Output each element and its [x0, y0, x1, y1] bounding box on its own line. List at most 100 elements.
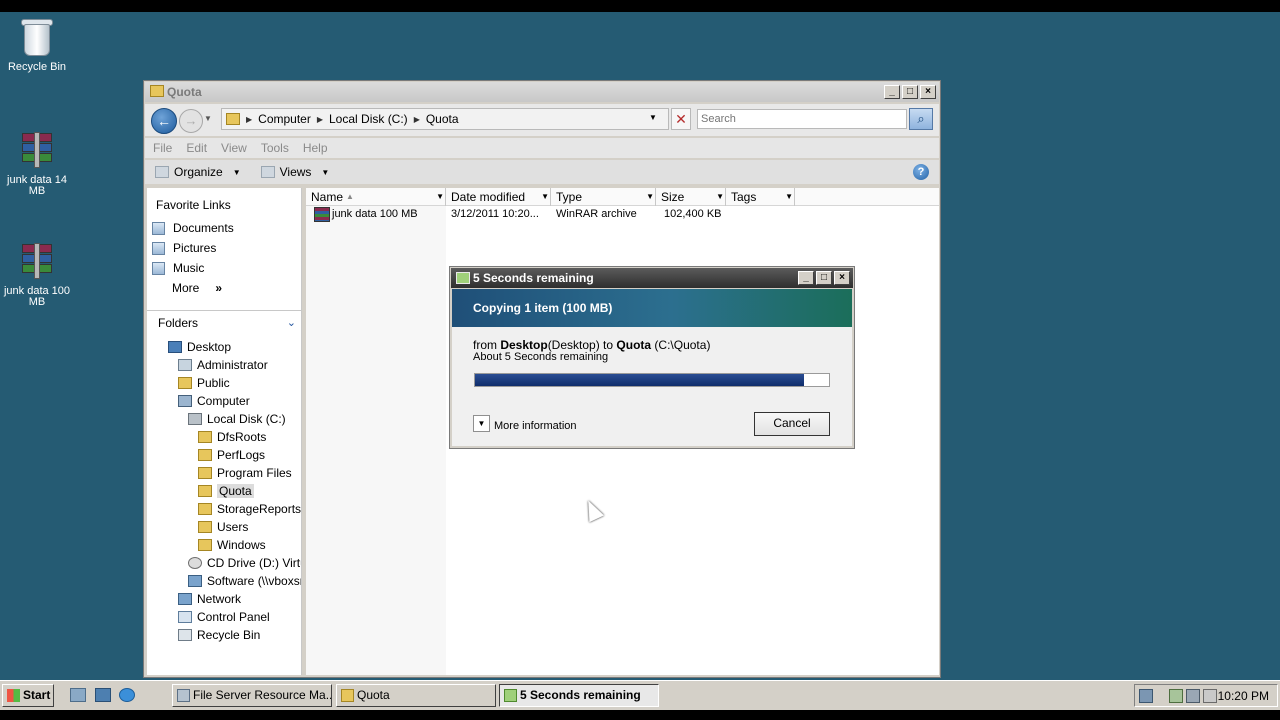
breadcrumb-quota[interactable]: Quota — [426, 112, 459, 126]
tree-item-label: CD Drive (D:) Virtua — [207, 556, 301, 570]
tree-item[interactable]: Computer — [178, 392, 250, 410]
favorite-music[interactable]: Music — [152, 259, 204, 277]
taskbar-file-server-resource-manager[interactable]: File Server Resource Ma... — [172, 684, 332, 707]
column-dropdown-icon[interactable]: ▼ — [541, 188, 549, 206]
forward-button[interactable]: → — [179, 109, 203, 133]
tree-item[interactable]: Quota — [198, 482, 254, 500]
desktop-icon-junk-data-14mb[interactable]: junk data 14 MB — [0, 129, 74, 197]
chevron-down-icon: ▼ — [232, 167, 241, 177]
menu-tools[interactable]: Tools — [261, 138, 297, 158]
action-center-icon[interactable] — [1169, 689, 1183, 703]
favorite-pictures[interactable]: Pictures — [152, 239, 216, 257]
menu-help[interactable]: Help — [303, 138, 336, 158]
organize-button[interactable]: Organize ▼ — [155, 165, 241, 179]
internet-explorer-icon[interactable] — [119, 688, 135, 702]
column-size[interactable]: Size ▼ — [656, 188, 726, 206]
minimize-button[interactable]: _ — [798, 271, 814, 285]
tree-item[interactable]: Program Files — [198, 464, 292, 482]
recycle-bin-icon — [16, 16, 58, 58]
recent-pages-dropdown[interactable]: ▼ — [204, 114, 212, 123]
column-type[interactable]: Type ▼ — [551, 188, 656, 206]
address-dropdown-icon[interactable]: ▼ — [649, 113, 657, 122]
search-input[interactable] — [697, 109, 907, 129]
clock[interactable]: 10:20 PM — [1218, 689, 1269, 703]
tree-item-label: Public — [197, 376, 230, 390]
copy-progress-dialog[interactable]: 5 Seconds remaining _ □ × Copying 1 item… — [449, 266, 855, 449]
desktop-icon-junk-data-100mb[interactable]: junk data 100 MB — [0, 240, 74, 308]
column-dropdown-icon[interactable]: ▼ — [436, 188, 444, 206]
desktop-icon-label: Recycle Bin — [7, 61, 67, 73]
window-titlebar[interactable]: Quota _ □ × — [145, 82, 939, 102]
tree-item[interactable]: Administrator — [178, 356, 268, 374]
maximize-button[interactable]: □ — [902, 85, 918, 99]
file-date: 3/12/2011 10:20... — [451, 208, 539, 220]
tree-item[interactable]: Network — [178, 590, 241, 608]
minimize-button[interactable]: _ — [884, 85, 900, 99]
display-tray-icon[interactable] — [1186, 689, 1200, 703]
folder-icon — [341, 689, 354, 702]
taskbar-quota[interactable]: Quota — [336, 684, 496, 707]
close-button[interactable]: × — [834, 271, 850, 285]
tree-item-label: Network — [197, 592, 242, 606]
help-icon[interactable]: ? — [913, 164, 929, 180]
tree-item[interactable]: Public — [178, 374, 230, 392]
back-button[interactable]: ← — [151, 108, 177, 134]
breadcrumb-arrow-icon[interactable]: ▶ — [317, 115, 323, 124]
menu-edit[interactable]: Edit — [186, 138, 215, 158]
more-information-label[interactable]: More information — [494, 420, 577, 432]
copy-progress-bar — [474, 373, 830, 387]
favorite-more[interactable]: More » — [172, 279, 222, 297]
maximize-button[interactable]: □ — [816, 271, 832, 285]
column-dropdown-icon[interactable]: ▼ — [646, 188, 654, 206]
menu-view[interactable]: View — [221, 138, 255, 158]
menu-file[interactable]: File — [153, 138, 180, 158]
breadcrumb-arrow-icon[interactable]: ▶ — [246, 115, 252, 124]
tree-item[interactable]: DfsRoots — [198, 428, 266, 446]
views-button[interactable]: Views ▼ — [260, 165, 329, 179]
file-type: WinRAR archive — [556, 208, 637, 220]
folders-title: Folders — [158, 316, 199, 330]
volume-muted-icon[interactable] — [1203, 689, 1217, 703]
tree-item[interactable]: Software (\\vboxsrv — [188, 572, 301, 590]
tree-item[interactable]: StorageReports — [198, 500, 301, 518]
address-breadcrumb[interactable]: ▶ Computer ▶ Local Disk (C:) ▶ Quota — [221, 108, 669, 130]
tree-item[interactable]: Local Disk (C:) — [188, 410, 286, 428]
column-dropdown-icon[interactable]: ▼ — [716, 188, 724, 206]
column-dropdown-icon[interactable]: ▼ — [785, 188, 793, 206]
tree-item[interactable]: PerfLogs — [198, 446, 265, 464]
tree-item[interactable]: Recycle Bin — [178, 626, 260, 644]
drive-icon — [188, 413, 202, 425]
address-bar-row: ← → ▼ ▶ Computer ▶ Local Disk (C:) ▶ Quo… — [145, 104, 939, 136]
cancel-button[interactable]: Cancel — [754, 412, 830, 436]
tree-item[interactable]: Control Panel — [178, 608, 270, 626]
search-icon[interactable]: ⌕ — [909, 108, 933, 130]
taskbar-copy-progress[interactable]: 5 Seconds remaining — [499, 684, 659, 707]
favorite-label: Documents — [173, 221, 234, 235]
column-name[interactable]: Name ▲ ▼ — [306, 188, 446, 206]
windows-logo-icon — [7, 689, 20, 702]
dialog-titlebar[interactable]: 5 Seconds remaining _ □ × — [451, 268, 853, 288]
network-tray-icon[interactable] — [1139, 689, 1153, 703]
server-manager-icon[interactable] — [70, 688, 86, 702]
column-date-modified[interactable]: Date modified ▼ — [446, 188, 551, 206]
refresh-button[interactable]: ✕ — [671, 108, 691, 130]
network-icon — [178, 593, 192, 605]
tree-item[interactable]: Desktop — [168, 338, 231, 356]
favorite-documents[interactable]: Documents — [152, 219, 234, 237]
show-desktop-icon[interactable] — [95, 688, 111, 702]
close-button[interactable]: × — [920, 85, 936, 99]
cd-drive-icon — [188, 557, 202, 569]
breadcrumb-arrow-icon[interactable]: ▶ — [414, 115, 420, 124]
breadcrumb-computer[interactable]: Computer — [258, 112, 311, 126]
tree-item[interactable]: Users — [198, 518, 248, 536]
breadcrumb-local-disk[interactable]: Local Disk (C:) — [329, 112, 408, 126]
tree-item[interactable]: CD Drive (D:) Virtua — [188, 554, 301, 572]
column-headers: Name ▲ ▼ Date modified ▼ Type ▼ Size ▼ T… — [306, 188, 939, 206]
tree-item[interactable]: Windows — [198, 536, 266, 554]
desktop-icon-recycle-bin[interactable]: Recycle Bin — [0, 16, 74, 73]
start-button[interactable]: Start — [2, 684, 54, 707]
folders-header[interactable]: Folders ⌄ — [147, 310, 301, 334]
file-row[interactable]: junk data 100 MB 3/12/2011 10:20... WinR… — [306, 207, 939, 223]
column-tags[interactable]: Tags ▼ — [726, 188, 795, 206]
more-information-toggle[interactable]: ▼ — [473, 415, 490, 432]
